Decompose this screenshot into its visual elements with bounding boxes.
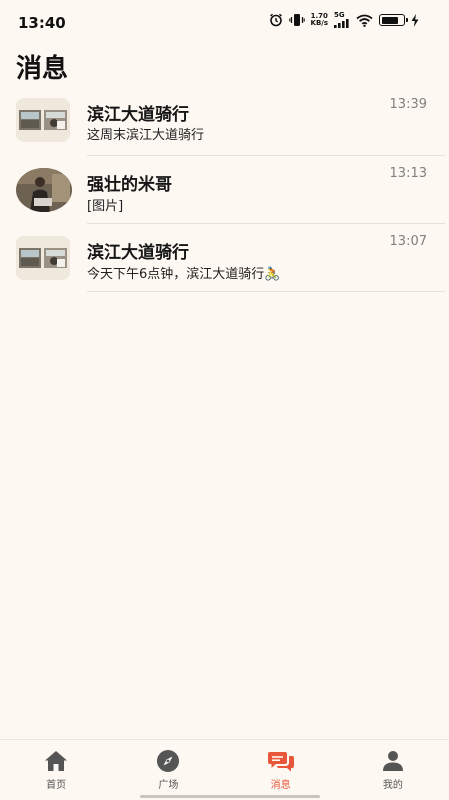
group-avatar [16,236,70,280]
nav-item-me[interactable]: 我的 [337,740,449,800]
chat-icon [267,750,294,772]
message-list: 滨江大道骑行 这周末滨江大道骑行 13:39 强壮的米哥 [图片] 13:13 [0,88,449,292]
wifi-icon [356,14,373,27]
message-item-ride-group[interactable]: 滨江大道骑行 今天下午6点钟，滨江大道骑行🚴 13:07 [0,224,449,292]
compass-icon [156,750,180,772]
charging-icon [411,13,419,27]
net-speed: 1.70 KB/s [311,13,328,27]
home-indicator [140,795,320,798]
bottom-nav: 首页 广场 消息 我的 [0,739,449,800]
status-icons: 1.70 KB/s 5G [269,12,419,28]
message-time: 13:39 [389,97,427,112]
battery-icon [379,14,408,26]
message-time: 13:13 [389,166,427,181]
group-photo-image [16,236,70,280]
nav-label-home: 首页 [46,780,67,791]
alarm-icon [269,13,282,27]
message-title: 滨江大道骑行 [87,243,189,263]
group-avatar [16,98,70,142]
user-avatar [16,168,72,212]
signal-label: 5G [334,11,345,19]
person-icon [382,750,404,772]
message-item-user[interactable]: 强壮的米哥 [图片] 13:13 [0,156,449,224]
signal-icon [334,19,349,28]
nav-label-plaza: 广场 [158,780,179,791]
message-preview: 今天下午6点钟，滨江大道骑行🚴 [87,267,281,282]
message-title: 强壮的米哥 [87,175,172,195]
status-bar: 13:40 1.70 KB/s 5G [0,0,449,40]
messages-screen: 13:40 1.70 KB/s 5G 消息 滨江大道骑行 这周末滨江大道骑行 1… [0,0,449,800]
message-time: 13:07 [389,234,427,249]
page-title: 消息 [16,54,69,84]
nav-label-messages: 消息 [270,780,291,791]
vibrate-icon [288,14,305,26]
home-icon [44,750,68,772]
battery-cap [406,18,408,22]
nav-item-home[interactable]: 首页 [0,740,112,800]
nav-item-messages[interactable]: 消息 [225,740,337,800]
message-preview: [图片] [87,199,124,214]
net-speed-unit: KB/s [310,19,328,27]
signal-group: 5G [334,12,350,28]
group-photo-image [16,98,70,142]
divider [87,291,445,292]
nav-label-me: 我的 [382,780,403,791]
message-item-ride-group[interactable]: 滨江大道骑行 这周末滨江大道骑行 13:39 [0,88,449,156]
message-preview: 这周末滨江大道骑行 [87,128,205,143]
battery-fill [381,16,398,24]
user-photo-image [16,168,72,212]
message-title: 滨江大道骑行 [87,105,189,125]
nav-item-plaza[interactable]: 广场 [112,740,224,800]
status-time: 13:40 [18,14,66,32]
